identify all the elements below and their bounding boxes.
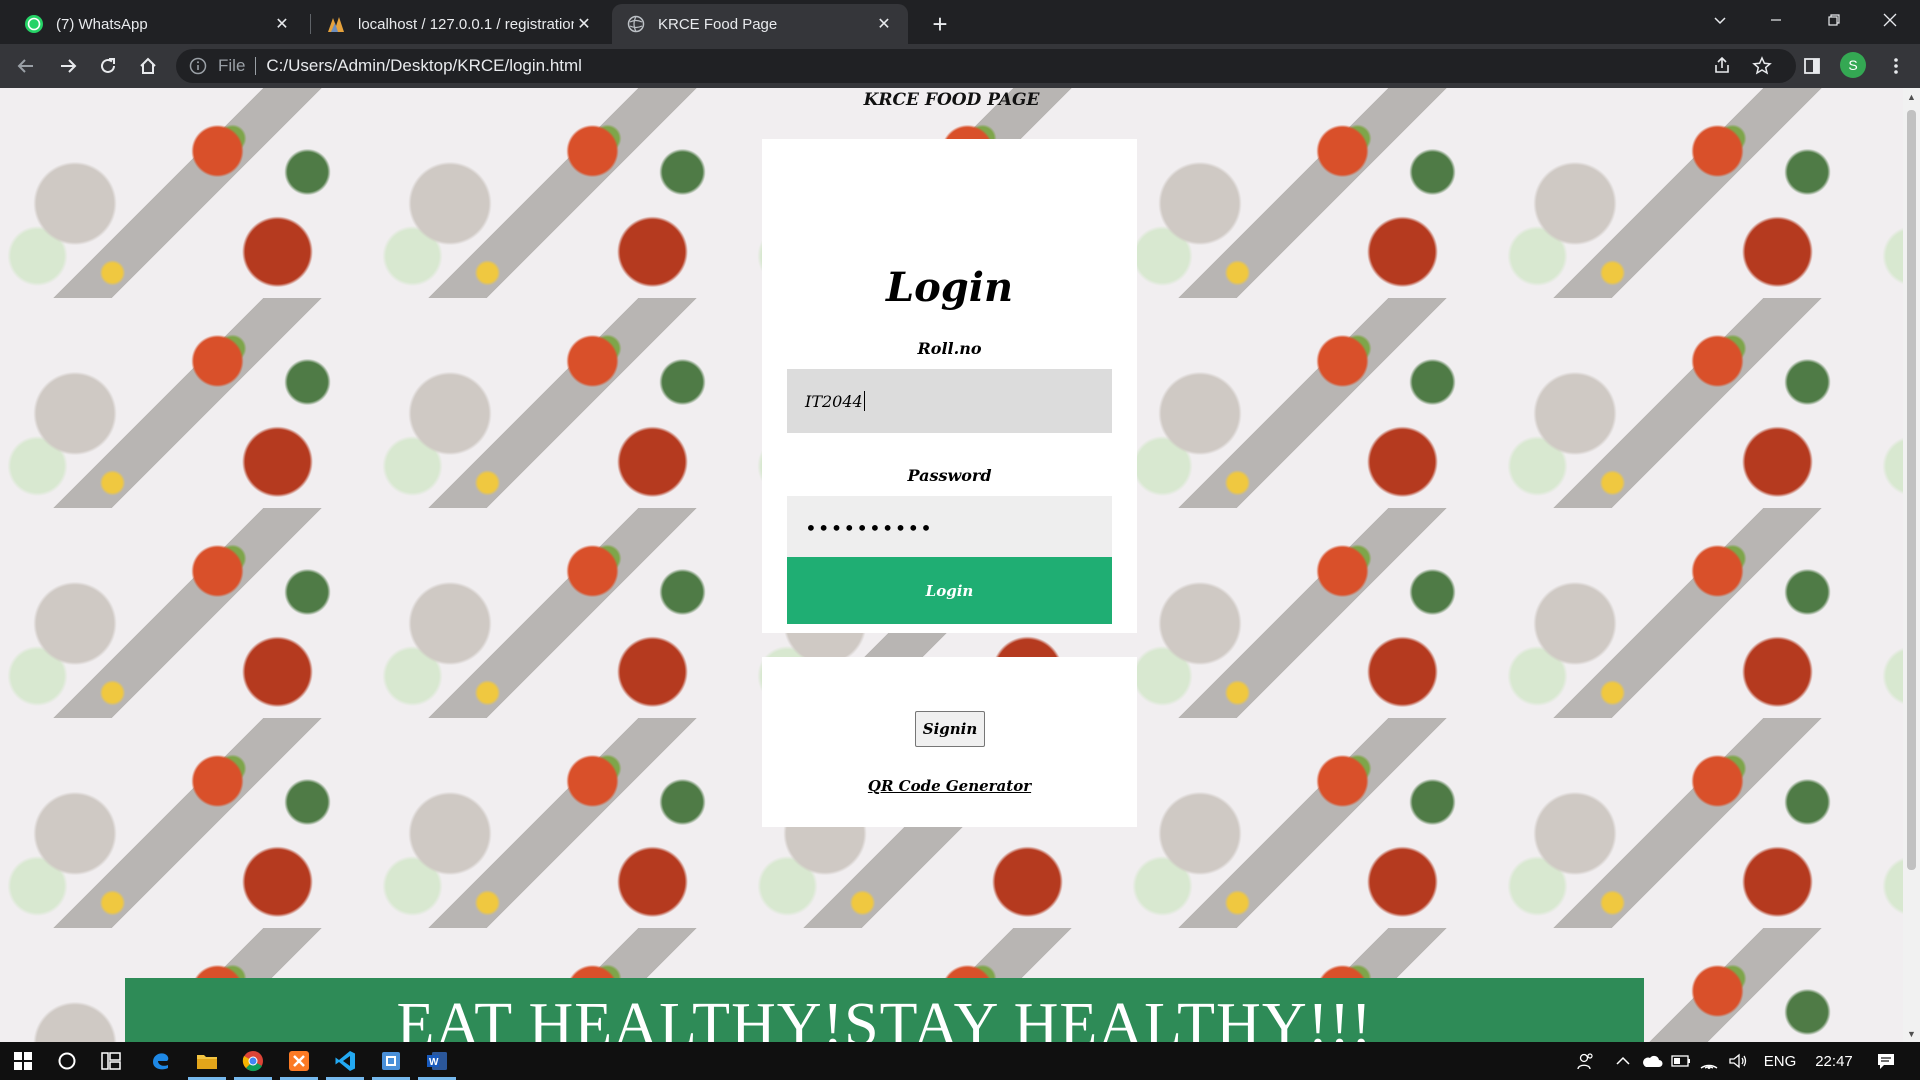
text-caret	[863, 391, 865, 411]
close-icon[interactable]: ✕	[574, 14, 594, 34]
tab-title: localhost / 127.0.0.1 / registration	[358, 15, 574, 33]
scroll-up-arrow-icon[interactable]: ▲	[1903, 88, 1920, 105]
scroll-down-arrow-icon[interactable]: ▼	[1903, 1025, 1920, 1042]
forward-icon[interactable]	[52, 50, 84, 82]
close-window-icon[interactable]	[1862, 0, 1918, 40]
tab-phpmyadmin[interactable]: localhost / 127.0.0.1 / registration ✕	[312, 4, 608, 44]
phpmyadmin-icon	[326, 14, 346, 34]
password-input[interactable]: ••••••••••	[787, 496, 1112, 560]
links-card: Signin QR Code Generator	[762, 657, 1137, 827]
password-label: Password	[907, 466, 992, 485]
info-icon[interactable]	[188, 56, 208, 76]
menu-kebab-icon[interactable]	[1880, 50, 1912, 82]
healthy-banner: EAT HEALTHY!STAY HEALTHY!!!	[125, 978, 1644, 1042]
roll-no-input[interactable]: IT2044	[787, 369, 1112, 433]
password-value: ••••••••••	[805, 516, 933, 540]
bookmark-star-icon[interactable]	[1746, 50, 1778, 82]
close-icon[interactable]: ✕	[272, 14, 292, 34]
login-title: Login	[885, 264, 1014, 311]
qr-code-generator-link[interactable]: QR Code Generator	[762, 777, 1137, 795]
edge-icon[interactable]	[138, 1042, 184, 1080]
close-icon[interactable]: ✕	[874, 14, 894, 34]
file-explorer-icon[interactable]	[184, 1042, 230, 1080]
page-heading: KRCE FOOD PAGE	[863, 90, 1040, 110]
app-icon[interactable]	[368, 1042, 414, 1080]
browser-toolbar: File C:/Users/Admin/Desktop/KRCE/login.h…	[0, 44, 1920, 88]
scroll-thumb[interactable]	[1907, 110, 1916, 870]
language-indicator[interactable]: ENG	[1756, 1042, 1804, 1080]
profile-avatar[interactable]: S	[1840, 52, 1866, 78]
whatsapp-icon	[24, 14, 44, 34]
roll-no-value: IT2044	[805, 391, 863, 411]
people-icon[interactable]	[1570, 1042, 1602, 1080]
back-icon[interactable]	[10, 50, 42, 82]
xampp-icon[interactable]	[276, 1042, 322, 1080]
url-text[interactable]: C:/Users/Admin/Desktop/KRCE/login.html	[266, 56, 582, 76]
address-bar[interactable]: File C:/Users/Admin/Desktop/KRCE/login.h…	[176, 49, 1796, 83]
roll-no-label: Roll.no	[917, 339, 982, 358]
vscode-icon[interactable]	[322, 1042, 368, 1080]
new-tab-button[interactable]: +	[924, 8, 956, 40]
tab-search-icon[interactable]	[1692, 0, 1748, 40]
start-icon[interactable]	[0, 1042, 46, 1080]
notifications-icon[interactable]	[1862, 1042, 1910, 1080]
url-scheme-label: File	[218, 56, 246, 75]
url-divider	[255, 57, 257, 75]
chrome-icon[interactable]	[230, 1042, 276, 1080]
clock-time[interactable]: 22:47	[1806, 1042, 1862, 1080]
page-scrollbar[interactable]: ▲ ▼	[1903, 88, 1920, 1042]
tab-separator	[310, 14, 311, 34]
tab-whatsapp[interactable]: (7) WhatsApp ✕	[10, 4, 306, 44]
reload-icon[interactable]	[92, 50, 124, 82]
word-icon[interactable]: W	[414, 1042, 460, 1080]
onedrive-icon[interactable]	[1638, 1042, 1666, 1080]
volume-icon[interactable]	[1724, 1042, 1752, 1080]
home-icon[interactable]	[132, 50, 164, 82]
share-icon[interactable]	[1706, 50, 1738, 82]
search-icon[interactable]	[44, 1042, 90, 1080]
tab-strip: (7) WhatsApp ✕ localhost / 127.0.0.1 / r…	[0, 0, 1920, 44]
signin-button[interactable]: Signin	[915, 711, 985, 747]
page-viewport: KRCE FOOD PAGE Login Roll.no IT2044 Pass…	[0, 88, 1903, 1042]
tab-title: KRCE Food Page	[658, 15, 778, 33]
tab-krce-food-page[interactable]: KRCE Food Page ✕	[612, 4, 908, 44]
task-view-icon[interactable]	[88, 1042, 134, 1080]
side-panel-icon[interactable]	[1796, 50, 1828, 82]
globe-icon	[626, 14, 646, 34]
minimize-icon[interactable]	[1748, 0, 1804, 40]
login-button[interactable]: Login	[787, 557, 1112, 624]
restore-icon[interactable]	[1806, 0, 1862, 40]
windows-taskbar: W ENG 22:47	[0, 1042, 1920, 1080]
login-card: Login Roll.no IT2044 Password ••••••••••…	[762, 139, 1137, 633]
wifi-icon[interactable]	[1696, 1042, 1722, 1080]
battery-icon[interactable]	[1668, 1042, 1694, 1080]
tab-title: (7) WhatsApp	[56, 15, 148, 33]
svg-text:W: W	[429, 1057, 439, 1068]
chevron-up-icon[interactable]	[1610, 1042, 1636, 1080]
